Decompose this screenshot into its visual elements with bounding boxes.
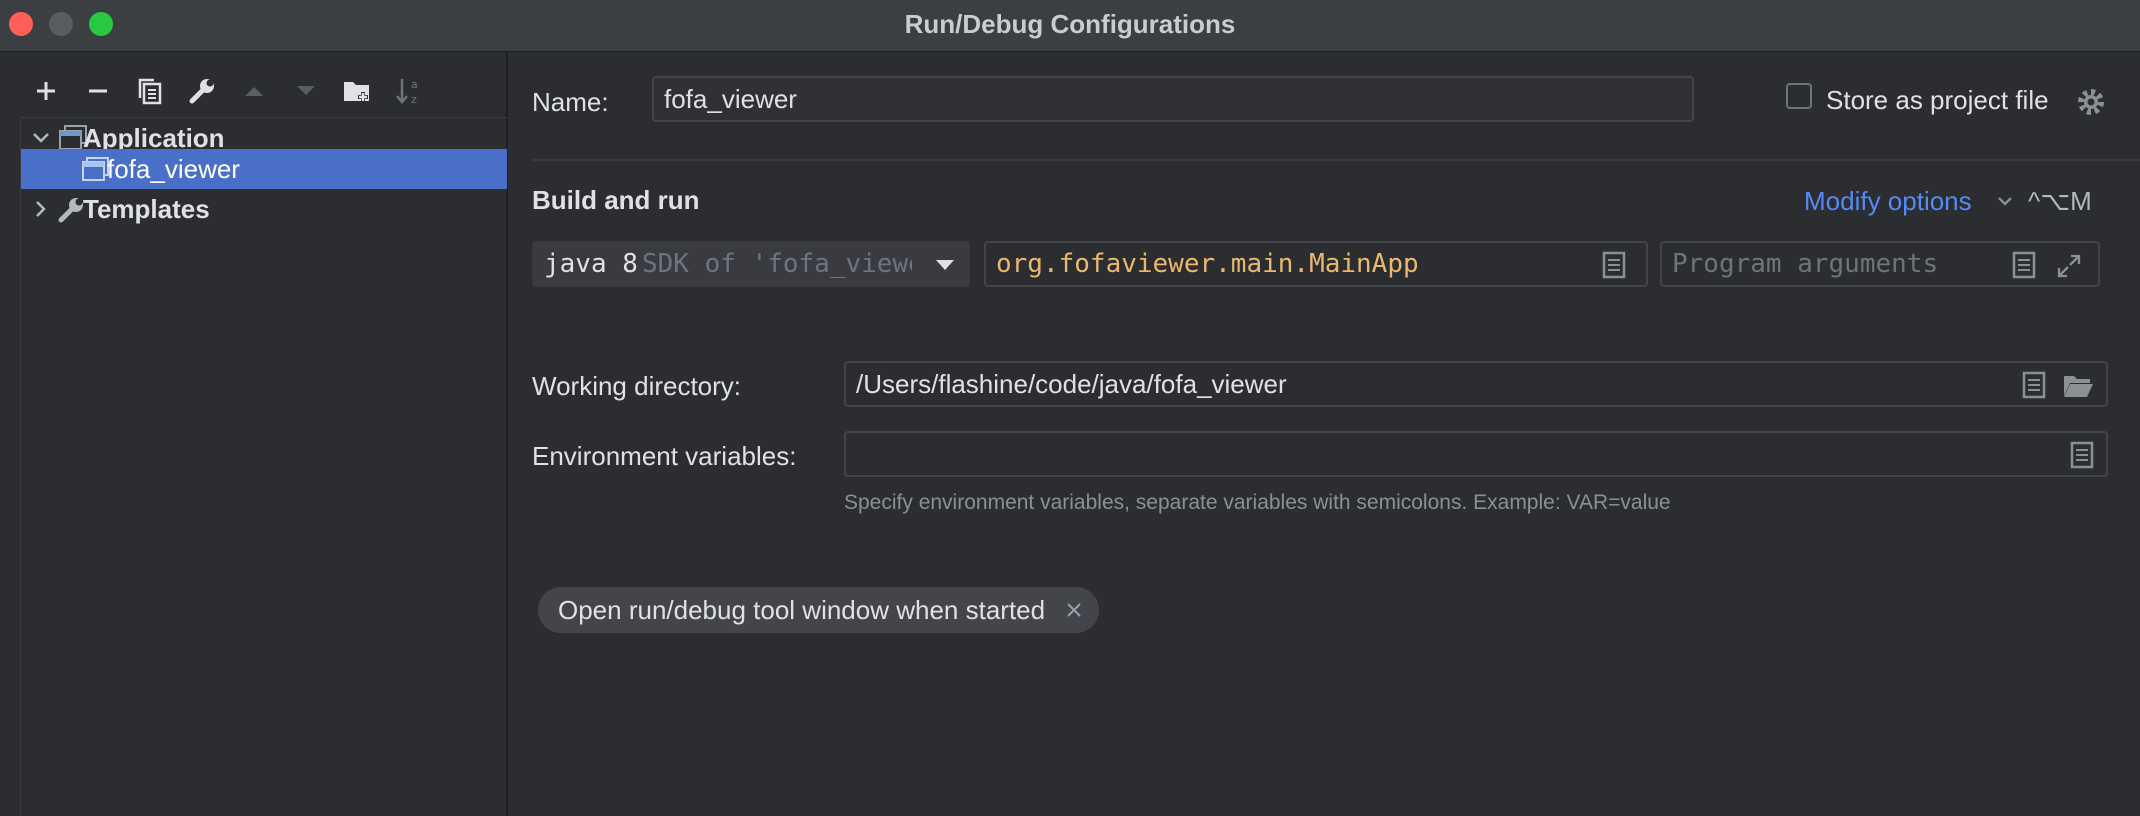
tree-item-label: Templates — [83, 193, 210, 224]
jdk-select-value: java 8 — [544, 249, 638, 279]
option-chip-label: Open run/debug tool window when started — [558, 594, 1046, 625]
browse-icon[interactable] — [2022, 371, 2046, 399]
expand-icon[interactable] — [2056, 253, 2082, 279]
tree-item-templates[interactable]: Templates — [21, 189, 507, 229]
main-class-input[interactable]: org.fofaviewer.main.MainApp — [984, 241, 1648, 287]
dropdown-arrow-icon[interactable] — [934, 257, 956, 273]
title-bar: Run/Debug Configurations — [0, 0, 2140, 52]
configurations-sidebar: az Application fofa_viewer Templates — [0, 53, 508, 816]
browse-icon[interactable] — [1602, 251, 1626, 279]
working-directory-value: /Users/flashine/code/java/fofa_viewer — [856, 369, 1287, 399]
working-directory-label: Working directory: — [532, 371, 742, 401]
svg-text:a: a — [411, 78, 418, 91]
tree-item-fofa-viewer[interactable]: fofa_viewer — [21, 149, 507, 189]
store-as-project-file-label[interactable]: Store as project file — [1826, 85, 2049, 116]
main-class-value: org.fofaviewer.main.MainApp — [996, 249, 1419, 279]
wrench-icon[interactable] — [176, 71, 228, 111]
store-as-project-file-checkbox[interactable] — [1786, 83, 1812, 109]
window-title: Run/Debug Configurations — [904, 9, 1236, 39]
close-icon[interactable] — [1065, 601, 1083, 619]
new-folder-icon[interactable] — [332, 71, 384, 111]
chevron-down-icon[interactable] — [1996, 192, 2014, 210]
gear-icon[interactable] — [2076, 87, 2106, 117]
chevron-right-icon[interactable] — [31, 199, 51, 219]
environment-variables-input[interactable] — [844, 431, 2108, 477]
program-arguments-placeholder: Program arguments — [1672, 249, 1939, 279]
add-icon[interactable] — [20, 71, 72, 111]
name-input-value: fofa_viewer — [664, 84, 797, 114]
option-chip[interactable]: Open run/debug tool window when started — [538, 587, 1100, 633]
modify-options-shortcut: ^⌥M — [2028, 186, 2092, 216]
svg-text:z: z — [411, 93, 417, 106]
jdk-select-detail: SDK of 'fofa_viewer' — [642, 249, 912, 279]
sort-alpha-icon[interactable]: az — [384, 71, 436, 111]
configuration-form: Name: fofa_viewer Store as project file … — [510, 53, 2140, 816]
jdk-select[interactable]: java 8 SDK of 'fofa_viewer' — [532, 241, 970, 287]
browse-icon[interactable] — [2070, 441, 2094, 469]
program-arguments-input[interactable]: Program arguments — [1660, 241, 2100, 287]
environment-variables-hint: Specify environment variables, separate … — [844, 491, 1671, 514]
modify-options-link[interactable]: Modify options — [1804, 186, 1972, 217]
chevron-down-icon[interactable] — [31, 128, 51, 148]
browse-icon[interactable] — [2012, 251, 2036, 279]
wrench-icon — [58, 198, 83, 223]
name-label: Name: — [532, 87, 609, 117]
environment-variables-label: Environment variables: — [532, 441, 797, 471]
tree-item-label: fofa_viewer — [107, 153, 240, 184]
build-and-run-title: Build and run — [532, 185, 700, 215]
section-divider — [532, 159, 2140, 161]
copy-icon[interactable] — [124, 71, 176, 111]
move-down-icon[interactable] — [280, 71, 332, 111]
move-up-icon[interactable] — [228, 71, 280, 111]
working-directory-input[interactable]: /Users/flashine/code/java/fofa_viewer — [844, 361, 2108, 407]
remove-icon[interactable] — [72, 71, 124, 111]
folder-icon[interactable] — [2062, 373, 2094, 399]
configurations-tree: Application fofa_viewer Templates — [20, 117, 508, 816]
application-config-icon — [82, 157, 109, 181]
sidebar-toolbar: az — [20, 71, 436, 111]
name-input[interactable]: fofa_viewer — [652, 76, 1694, 122]
